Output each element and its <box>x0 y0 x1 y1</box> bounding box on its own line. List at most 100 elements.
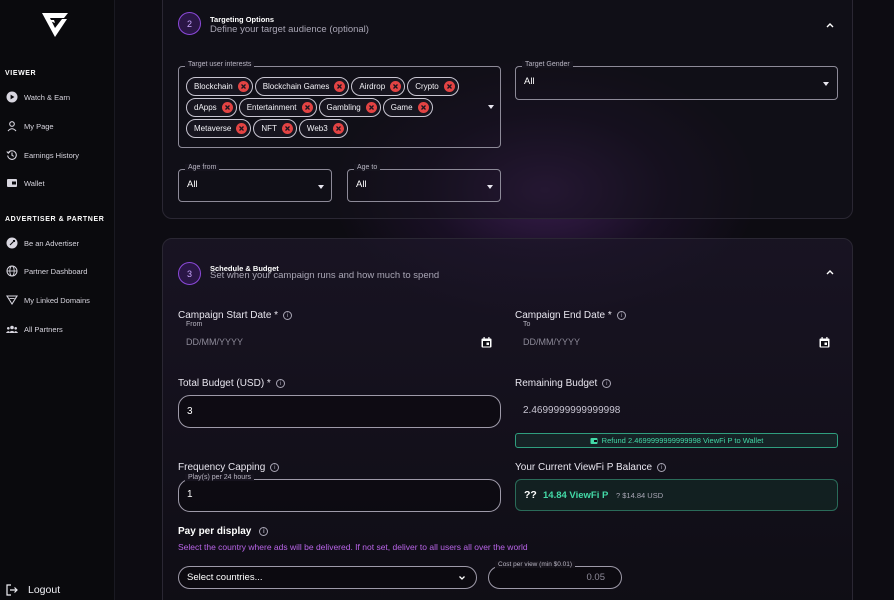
interest-chip[interactable]: Blockchain <box>186 77 253 96</box>
nav-all-partners[interactable]: All Partners <box>6 321 63 337</box>
interest-chip[interactable]: Blockchain Games <box>254 77 350 96</box>
cost-per-view-placeholder: 0.05 <box>586 572 606 583</box>
sidebar: VIEWER Watch & Earn My Page Earnings His… <box>0 0 115 600</box>
chip-label: Crypto <box>415 82 439 91</box>
group-icon <box>6 323 18 335</box>
chip-delete-icon[interactable] <box>332 123 344 134</box>
calendar-icon[interactable] <box>481 337 492 348</box>
balance-label-text: Your Current ViewFi P Balance <box>515 462 653 473</box>
schedule-budget-card: 3 Schedule & Budget Set when your campai… <box>162 238 853 600</box>
gender-select[interactable]: Target Gender All <box>515 61 838 100</box>
chip-delete-icon[interactable] <box>237 81 249 92</box>
logout-button[interactable]: Logout <box>6 584 60 596</box>
info-icon[interactable]: i <box>275 379 285 388</box>
domain-icon <box>6 294 18 306</box>
chip-delete-icon[interactable] <box>334 81 346 92</box>
interest-chip[interactable]: Metaverse <box>186 119 252 138</box>
calendar-icon[interactable] <box>819 337 830 348</box>
chip-delete-icon[interactable] <box>236 123 248 134</box>
nav-my-page[interactable]: My Page <box>6 118 54 134</box>
rocket-icon <box>6 237 18 249</box>
chip-label: Entertainment <box>246 103 297 112</box>
viewer-section-title: VIEWER <box>5 70 37 77</box>
section-title: Targeting Options <box>210 15 275 24</box>
chip-label: NFT <box>261 124 277 133</box>
nav-label: My Page <box>24 121 54 131</box>
logout-label: Logout <box>28 584 61 596</box>
nav-label: Watch & Earn <box>24 92 70 102</box>
balance-box: ?? 14.84 ViewFi P ? $14.84 USD <box>515 479 838 511</box>
main-content: 2 Targeting Options Define your target a… <box>115 0 894 600</box>
info-icon[interactable]: i <box>259 527 269 536</box>
nav-be-advertiser[interactable]: Be an Advertiser <box>6 235 79 251</box>
countries-select[interactable]: Select countries... <box>178 566 477 589</box>
start-date-label: Campaign Start Date * i <box>178 310 293 321</box>
info-icon[interactable]: i <box>657 463 667 472</box>
interests-select[interactable]: Target user interests Blockchain Blockch… <box>178 61 501 148</box>
nav-label: Earnings History <box>24 150 80 160</box>
frequency-value: 1 <box>187 489 193 500</box>
age-to-value: All <box>356 179 367 190</box>
chip-label: Airdrop <box>359 82 386 91</box>
remaining-budget-label: Remaining Budget i <box>515 378 612 389</box>
nav-label: Wallet <box>24 178 45 188</box>
nav-linked-domains[interactable]: My Linked Domains <box>6 292 90 308</box>
chip-label: Metaverse <box>194 124 232 133</box>
gender-legend: Target Gender <box>522 61 573 68</box>
chip-label: dApps <box>194 103 217 112</box>
age-to-select[interactable]: Age to All <box>347 164 501 202</box>
total-budget-value: 3 <box>187 406 193 417</box>
chip-delete-icon[interactable] <box>221 102 233 113</box>
nav-earnings-history[interactable]: Earnings History <box>6 147 79 163</box>
total-budget-input[interactable]: 3 <box>178 395 501 428</box>
interest-chip[interactable]: NFT <box>253 119 297 138</box>
refund-label: Refund 2.4699999999999998 ViewFi P to Wa… <box>601 436 764 445</box>
interest-chip[interactable]: Crypto <box>407 77 459 96</box>
start-date-legend: From <box>186 321 203 328</box>
balance-prefix: ?? <box>524 489 537 501</box>
interest-chip[interactable]: dApps <box>186 98 237 117</box>
remaining-budget-value: 2.4699999999999998 <box>523 405 621 416</box>
chevron-down-icon[interactable] <box>823 82 829 86</box>
start-date-input[interactable]: DD/MM/YYYY <box>186 337 243 347</box>
balance-label: Your Current ViewFi P Balance i <box>515 462 667 473</box>
viewfi-logo[interactable] <box>40 11 70 39</box>
interest-chip[interactable]: Gambling <box>318 98 381 117</box>
cost-per-view-input[interactable]: Cost per view (min $0.01) 0.05 <box>488 561 622 589</box>
interest-chip[interactable]: Game <box>382 98 433 117</box>
end-date-input[interactable]: DD/MM/YYYY <box>523 337 580 347</box>
step-number: 2 <box>178 12 201 35</box>
refund-button[interactable]: Refund 2.4699999999999998 ViewFi P to Wa… <box>515 433 838 448</box>
frequency-input[interactable]: Play(s) per 24 hours 1 <box>178 474 501 512</box>
history-icon <box>6 149 18 161</box>
nav-watch-earn[interactable]: Watch & Earn <box>6 89 70 105</box>
age-from-select[interactable]: Age from All <box>178 164 332 202</box>
interest-chip[interactable]: Airdrop <box>351 77 406 96</box>
chip-delete-icon[interactable] <box>301 102 313 113</box>
chip-delete-icon[interactable] <box>365 102 377 113</box>
chevron-down-icon[interactable] <box>488 105 494 109</box>
age-to-legend: Age to <box>354 164 381 171</box>
chevron-down-icon[interactable] <box>487 185 493 189</box>
chip-delete-icon[interactable] <box>417 102 429 113</box>
nav-label: All Partners <box>24 324 63 334</box>
frequency-label: Frequency Capping i <box>178 462 280 473</box>
chip-delete-icon[interactable] <box>390 81 402 92</box>
info-icon[interactable]: i <box>602 379 612 388</box>
chip-delete-icon[interactable] <box>281 123 293 134</box>
chip-delete-icon[interactable] <box>443 81 455 92</box>
chip-label: Web3 <box>306 124 328 133</box>
interest-chip[interactable]: Entertainment <box>238 98 317 117</box>
chevron-down-icon[interactable] <box>458 574 466 582</box>
nav-partner-dashboard[interactable]: Partner Dashboard <box>6 263 87 279</box>
chevron-up-icon[interactable] <box>825 20 835 30</box>
nav-wallet[interactable]: Wallet <box>6 175 45 191</box>
frequency-label-text: Frequency Capping <box>178 462 266 473</box>
info-icon[interactable]: i <box>283 311 293 320</box>
chevron-down-icon[interactable] <box>318 185 324 189</box>
chevron-up-icon[interactable] <box>825 267 835 277</box>
pay-per-display-label-text: Pay per display <box>178 526 252 537</box>
interest-chip[interactable]: Web3 <box>298 119 348 138</box>
info-icon[interactable]: i <box>270 463 280 472</box>
info-icon[interactable]: i <box>616 311 626 320</box>
